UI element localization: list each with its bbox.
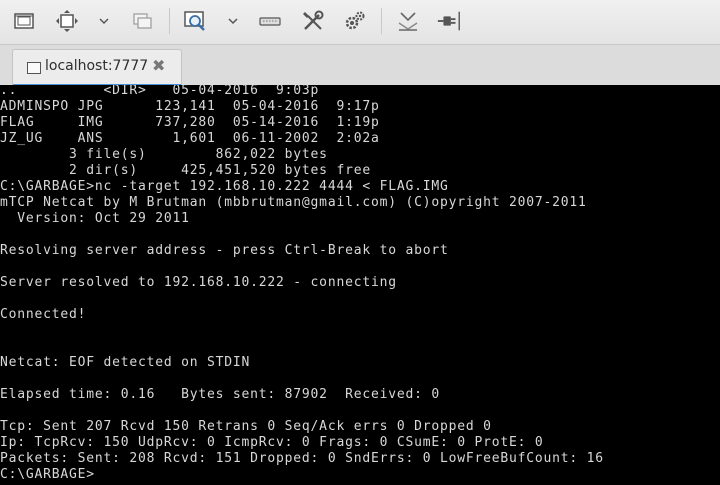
terminal-line: 3 file(s) 862,022 bytes xyxy=(0,147,328,162)
terminal-line: Ip: TcpRcv: 150 UdpRcv: 0 IcmpRcv: 0 Fra… xyxy=(0,435,544,450)
tab-localhost[interactable]: localhost:7777 ✖ xyxy=(12,49,182,86)
terminal-output: .. <DIR> 05-04-2016 9:03p ADMINSPO JPG 12… xyxy=(0,85,604,483)
terminal-line: Version: Oct 29 2011 xyxy=(0,211,190,226)
terminal-line: Server resolved to 192.168.10.222 - conn… xyxy=(0,275,397,290)
tab-bar: localhost:7777 ✖ xyxy=(0,44,720,86)
zoom-icon[interactable] xyxy=(182,8,208,34)
terminal-line: mTCP Netcat by M Brutman (mbbrutman@gmai… xyxy=(0,195,587,210)
settings-icon[interactable] xyxy=(342,8,368,34)
terminal-line: FLAG IMG 737,280 05-14-2016 1:19p xyxy=(0,115,380,130)
terminal-line: .. <DIR> 05-04-2016 9:03p xyxy=(0,85,320,98)
terminal-line: JZ_UG ANS 1,601 06-11-2002 2:02a xyxy=(0,131,380,146)
toolbar-separator xyxy=(381,8,382,34)
disconnect-icon[interactable] xyxy=(436,8,462,34)
fit-window-icon[interactable] xyxy=(54,8,80,34)
tab-label: localhost:7777 xyxy=(45,58,149,74)
screen-icon[interactable] xyxy=(11,8,37,34)
terminal-line: 2 dir(s) 425,451,520 bytes free xyxy=(0,163,371,178)
terminal-screen[interactable]: .. <DIR> 05-04-2016 9:03p ADMINSPO JPG 12… xyxy=(0,85,720,485)
terminal-line: Resolving server address - press Ctrl-Br… xyxy=(0,243,449,258)
chevron-down-icon[interactable] xyxy=(220,8,246,34)
terminal-line: C:\GARBAGE> xyxy=(0,467,95,482)
chevron-down-icon[interactable] xyxy=(91,8,117,34)
windows-icon[interactable] xyxy=(129,8,155,34)
tools-icon[interactable] xyxy=(300,8,326,34)
terminal-line: ADMINSPO JPG 123,141 05-04-2016 9:17p xyxy=(0,99,380,114)
terminal-line: Tcp: Sent 207 Rcvd 150 Retrans 0 Seq/Ack… xyxy=(0,419,492,434)
keyboard-icon[interactable] xyxy=(257,8,283,34)
terminal-line: Elapsed time: 0.16 Bytes sent: 87902 Rec… xyxy=(0,387,440,402)
toolbar xyxy=(0,0,720,44)
close-icon[interactable]: ✖ xyxy=(152,57,165,75)
windows-icon xyxy=(24,59,41,74)
download-icon[interactable] xyxy=(395,8,421,34)
terminal-line: Connected! xyxy=(0,307,87,322)
terminal-line: C:\GARBAGE>nc -target 192.168.10.222 444… xyxy=(0,179,449,194)
terminal-line: Packets: Sent: 208 Rcvd: 151 Dropped: 0 … xyxy=(0,451,604,466)
toolbar-separator xyxy=(169,8,170,34)
terminal-line: Netcat: EOF detected on STDIN xyxy=(0,355,251,370)
